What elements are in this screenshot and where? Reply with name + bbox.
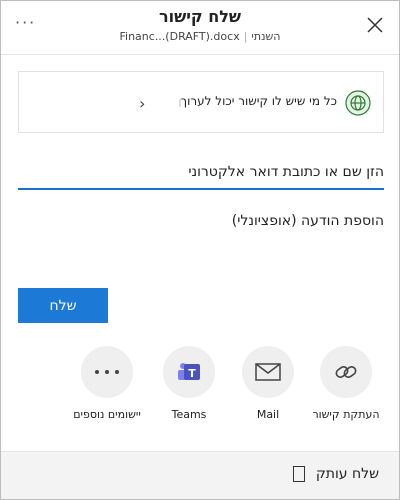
mail-icon: [255, 363, 281, 381]
recipient-input[interactable]: [18, 156, 384, 190]
share-options: העתקת קישור Mail T Teams יישומים נוספים: [1, 346, 400, 426]
share-dialog: ··· שלח קישור השנתי|Financ...(DRAFT).doc…: [0, 0, 400, 500]
message-input[interactable]: [18, 213, 384, 249]
more-apps-icon: [95, 370, 119, 374]
link-icon: [335, 366, 357, 378]
teams-icon: T: [178, 363, 200, 380]
permission-text: כל מי שיש לו קישור יכול לערוך: [180, 94, 337, 108]
more-apps-option[interactable]: יישומים נוספים: [62, 346, 152, 421]
teams-circle: T: [163, 346, 215, 398]
dialog-header: ··· שלח קישור השנתי|Financ...(DRAFT).doc…: [1, 1, 399, 55]
copy-icon: [293, 466, 306, 482]
teams-option[interactable]: T Teams: [144, 346, 234, 421]
file-name: Financ...(DRAFT).docx: [119, 30, 240, 43]
globe-icon: [345, 90, 371, 116]
copy-link-circle: [320, 346, 372, 398]
teams-label: Teams: [171, 408, 207, 421]
svg-text:T: T: [188, 367, 196, 380]
file-info: השנתי|Financ...(DRAFT).docx: [119, 30, 281, 43]
copy-link-label: העתקת קישור: [312, 408, 380, 421]
send-copy-button[interactable]: שלח עותק: [1, 451, 399, 499]
mail-label: Mail: [256, 408, 280, 421]
owner-label: השנתי: [251, 30, 281, 43]
dialog-title: שלח קישור: [158, 7, 242, 26]
close-icon: [367, 17, 383, 33]
chevron-right-icon: ›: [139, 94, 146, 113]
send-copy-label-wrap: שלח עותק: [293, 466, 379, 482]
link-permission-setting[interactable]: כל מי שיש לו קישור יכול לערוך ›: [18, 71, 384, 133]
permission-divider: [179, 99, 181, 107]
more-apps-label: יישומים נוספים: [73, 408, 141, 421]
send-button[interactable]: שלח: [18, 288, 108, 323]
close-button[interactable]: [365, 15, 385, 35]
mail-option[interactable]: Mail: [223, 346, 313, 421]
send-copy-label: שלח עותק: [315, 466, 379, 482]
more-apps-circle: [81, 346, 133, 398]
copy-link-option[interactable]: העתקת קישור: [301, 346, 391, 421]
mail-circle: [242, 346, 294, 398]
